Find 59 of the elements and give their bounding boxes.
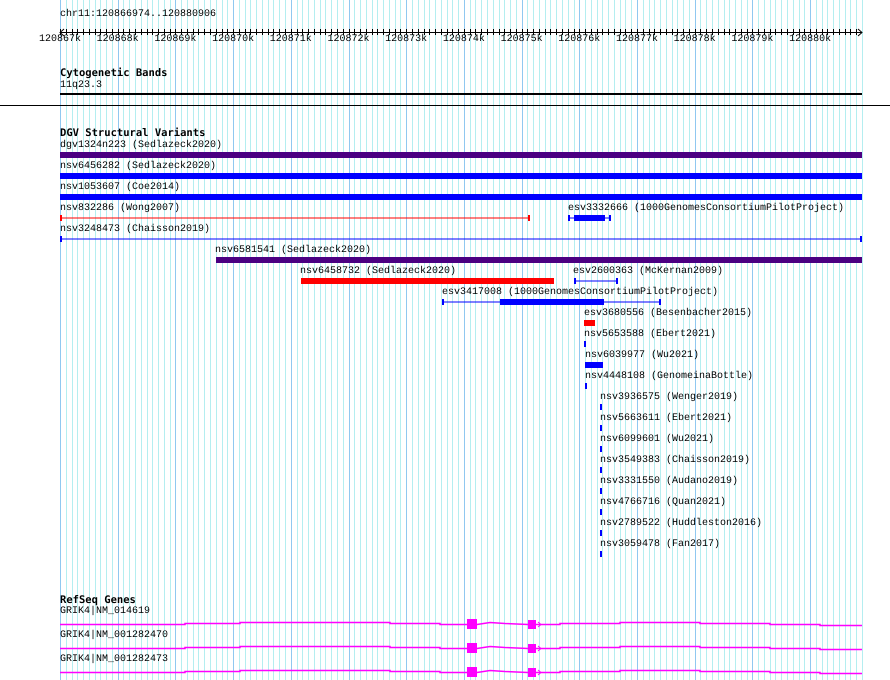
gene-label: GRIK4|NM_014619 [60,606,150,618]
variant-label: nsv4448108 (GenomeinaBottle) [585,371,754,383]
variant-glyph[interactable] [442,299,661,305]
variant-label: nsv5663611 (Ebert2021) [600,413,732,425]
scale-label: 120871k [270,34,312,46]
variant-label: esv3332666 (1000GenomesConsortiumPilotProject) [568,203,844,215]
variant-bar[interactable] [301,278,554,284]
location-label: chr11:120866974..120880906 [60,9,216,21]
variant-label: nsv832286 (Wong2007) [60,203,180,215]
scale-label: 120868k [96,34,139,46]
variant-glyph[interactable] [60,215,530,221]
variant-bar[interactable] [60,173,862,179]
track-title: DGV Structural Variants [60,127,206,139]
variant-bar[interactable] [584,320,595,326]
variant-label: nsv3248473 (Chaisson2019) [60,224,210,236]
variant-label: nsv3331550 (Audano2019) [600,476,738,488]
track-title: Cytogenetic Bands [60,67,168,79]
variant-label: nsv3059478 (Fan2017) [600,539,720,551]
variant-label: nsv5653588 (Ebert2021) [584,329,716,341]
gene-glyph[interactable] [60,619,862,629]
scale-label: 120872k [328,34,370,46]
scale-label: 120874k [442,34,485,46]
variant-label: nsv2789522 (Huddleston2016) [600,518,762,530]
gene-label: GRIK4|NM_001282470 [60,630,168,642]
variant-label: nsv6039977 (Wu2021) [585,350,700,362]
scale-label: 120867k [39,34,81,46]
variant-label: esv3680556 (Besenbacher2015) [584,308,752,320]
variant-label: nsv6099601 (Wu2021) [600,434,714,446]
scale-label: 120877k [616,34,658,46]
variant-bar[interactable] [216,257,862,263]
variant-label: dgv1324n223 (Sedlazeck2020) [60,140,222,152]
scale-label: 120878k [674,34,716,46]
gene-label: GRIK4|NM_001282473 [60,654,168,666]
variant-label: nsv3936575 (Wenger2019) [600,392,738,404]
scale-label: 120869k [154,34,196,46]
gene-glyph[interactable] [60,643,862,653]
variant-glyph[interactable] [60,236,862,242]
track-title: RefSeq Genes [60,594,136,606]
band-label: 11q23.3 [60,80,102,92]
gene-glyph[interactable] [60,667,862,677]
variant-glyph[interactable] [574,278,618,284]
variant-label: nsv6456282 (Sedlazeck2020) [60,161,216,173]
scale-label: 120873k [385,34,428,46]
variant-label: esv2600363 (McKernan2009) [573,266,724,278]
variant-bar[interactable] [60,152,862,158]
scale-label: 120876k [558,34,600,46]
variant-label: esv3417008 (1000GenomesConsortiumPilotProject) [442,287,718,299]
variant-label: nsv3549383 (Chaisson2019) [600,455,750,467]
variant-label: nsv6581541 (Sedlazeck2020) [215,245,372,257]
variant-label: nsv1053607 (Coe2014) [60,182,180,194]
variant-bar[interactable] [60,194,862,200]
variant-label: nsv4766716 (Quan2021) [600,497,726,509]
scale-label: 120880k [789,34,832,46]
variant-bar[interactable] [585,362,603,368]
scale-label: 120875k [500,34,543,46]
variant-label: nsv6458732 (Sedlazeck2020) [300,266,456,278]
scale-label: 120879k [731,34,774,46]
scale-label: 120870k [212,34,254,46]
variant-glyph[interactable] [568,215,611,221]
